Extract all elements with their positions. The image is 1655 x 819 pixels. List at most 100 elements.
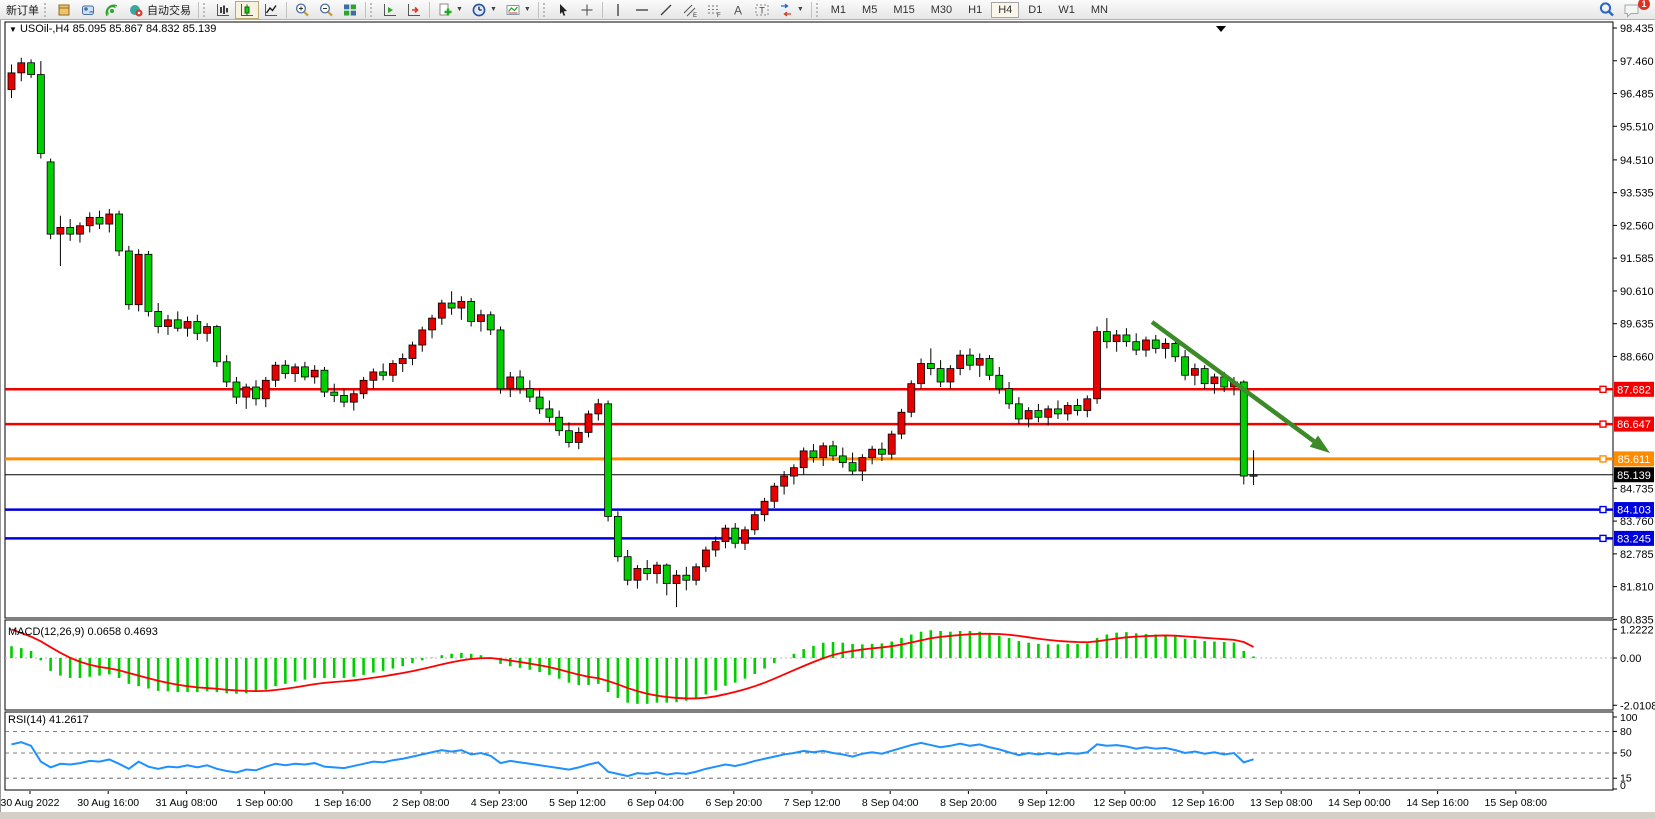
rsi-tick-label: 0: [1620, 780, 1626, 792]
bar-chart-button[interactable]: [211, 1, 235, 19]
vertical-line-icon: [610, 2, 626, 18]
search-icon: [1598, 1, 1615, 18]
timeframe-m5-button[interactable]: M5: [855, 2, 884, 18]
trendline-button[interactable]: [654, 1, 678, 19]
macd-name: MACD(12,26,9): [8, 626, 84, 638]
label-icon: T: [754, 2, 770, 18]
zoom-out-icon: [318, 2, 334, 18]
timeframe-h1-button[interactable]: H1: [961, 2, 989, 18]
svg-text:E: E: [693, 13, 697, 18]
time-tick-label: 15 Sep 08:00: [1485, 797, 1548, 809]
timeframe-mn-button[interactable]: MN: [1084, 2, 1115, 18]
line-handle[interactable]: [1600, 421, 1606, 427]
timeframe-m30-button[interactable]: M30: [924, 2, 959, 18]
toolbar-separator: [198, 2, 199, 18]
toolbar-handle: [370, 3, 375, 17]
time-tick-label: 12 Sep 00:00: [1094, 797, 1157, 809]
arrows-button[interactable]: ▼: [774, 1, 808, 19]
zoom-out-button[interactable]: [314, 1, 338, 19]
svg-text:T: T: [759, 5, 765, 15]
price-line-label: 85.611: [1618, 454, 1651, 466]
time-tick-label: 12 Sep 16:00: [1172, 797, 1235, 809]
line-handle[interactable]: [1600, 456, 1606, 462]
trading-terminal-window: { "toolbar": { "new_order_label": "新订单",…: [0, 0, 1655, 819]
rsi-tick-label: 100: [1620, 712, 1638, 724]
chart-shift-button[interactable]: [402, 1, 426, 19]
templates-icon: [505, 2, 521, 18]
timeframe-w1-button[interactable]: W1: [1051, 2, 1082, 18]
chevron-down-icon: ▼: [490, 6, 497, 13]
price-tick-label: 94.510: [1620, 155, 1654, 167]
text-button[interactable]: A: [726, 1, 750, 19]
chart-background: [0, 20, 1655, 812]
chart-layout-button[interactable]: [52, 1, 76, 19]
toolbar-separator: [811, 2, 812, 18]
time-tick-label: 30 Aug 16:00: [77, 797, 139, 809]
timeframe-h4-button[interactable]: H4: [991, 2, 1019, 18]
price-line-label: 86.647: [1617, 419, 1651, 431]
line-handle[interactable]: [1600, 535, 1606, 541]
horizontal-line-button[interactable]: [630, 1, 654, 19]
fibonacci-button[interactable]: F: [702, 1, 726, 19]
macd-tick-label: 1.2222: [1620, 624, 1654, 636]
line-chart-icon: [263, 2, 279, 18]
templates-button[interactable]: ▼: [501, 1, 535, 19]
price-line-label: 87.682: [1617, 384, 1651, 396]
cursor-button[interactable]: [551, 1, 575, 19]
candlestick-chart-button[interactable]: [235, 1, 259, 19]
collapse-ohlc-icon[interactable]: ▼: [9, 25, 17, 34]
crosshair-button[interactable]: [575, 1, 599, 19]
line-chart-button[interactable]: [259, 1, 283, 19]
svg-text:A: A: [734, 3, 742, 17]
price-line-label: 85.139: [1617, 470, 1651, 482]
notification-badge: 1: [1638, 0, 1650, 10]
tile-windows-button[interactable]: [338, 1, 362, 19]
auto-scroll-button[interactable]: [378, 1, 402, 19]
price-tick-label: 90.610: [1620, 286, 1654, 298]
timeframe-m15-button[interactable]: M15: [886, 2, 921, 18]
layout-icon: [56, 2, 72, 18]
search-button[interactable]: [1594, 1, 1619, 19]
chevron-down-icon: ▼: [456, 6, 463, 13]
toolbar-separator: [538, 2, 539, 18]
price-tick-label: 92.560: [1620, 220, 1654, 232]
signals-icon: [104, 2, 120, 18]
new-order-label: 新订单: [6, 2, 39, 18]
time-tick-label: 6 Sep 20:00: [705, 797, 762, 809]
macd-indicator-label: MACD(12,26,9) 0.0658 0.4693: [8, 626, 158, 638]
chart-canvas[interactable]: 98.43597.46096.48595.51094.51093.53592.5…: [0, 20, 1655, 819]
signals-button[interactable]: [100, 1, 124, 19]
autotrading-icon: [128, 2, 144, 18]
chart-ohlc-values: 85.095 85.867 84.832 85.139: [73, 23, 217, 35]
notifications-button[interactable]: 1: [1619, 1, 1645, 19]
line-handle[interactable]: [1600, 507, 1606, 513]
indicators-icon: [437, 2, 453, 18]
time-tick-label: 1 Sep 16:00: [314, 797, 371, 809]
time-tick-label: 9 Sep 12:00: [1018, 797, 1075, 809]
indicators-button[interactable]: ▼: [433, 1, 467, 19]
timeframe-d1-button[interactable]: D1: [1021, 2, 1049, 18]
autotrading-button[interactable]: 自动交易: [124, 1, 195, 19]
tile-windows-icon: [342, 2, 358, 18]
time-tick-label: 13 Sep 08:00: [1250, 797, 1313, 809]
horizontal-line-icon: [634, 2, 650, 18]
text-label-button[interactable]: T: [750, 1, 774, 19]
toolbar-handle: [203, 3, 208, 17]
price-tick-label: 84.735: [1620, 483, 1654, 495]
vertical-line-button[interactable]: [606, 1, 630, 19]
price-axis[interactable]: 98.43597.46096.48595.51094.51093.53592.5…: [1613, 22, 1654, 790]
chevron-down-icon: ▼: [524, 6, 531, 13]
toolbar-handle: [44, 3, 49, 17]
zoom-in-button[interactable]: [290, 1, 314, 19]
line-handle[interactable]: [1600, 386, 1606, 392]
price-tick-label: 81.810: [1620, 582, 1654, 594]
profiles-button[interactable]: [76, 1, 100, 19]
shapes-icon: [778, 2, 794, 18]
time-tick-label: 14 Sep 16:00: [1406, 797, 1469, 809]
time-tick-label: 4 Sep 23:00: [471, 797, 528, 809]
time-tick-label: 14 Sep 00:00: [1328, 797, 1391, 809]
timeframe-m1-button[interactable]: M1: [824, 2, 853, 18]
new-order-button[interactable]: 新订单: [2, 1, 43, 19]
periods-button[interactable]: ▼: [467, 1, 501, 19]
equidistant-channel-button[interactable]: E: [678, 1, 702, 19]
